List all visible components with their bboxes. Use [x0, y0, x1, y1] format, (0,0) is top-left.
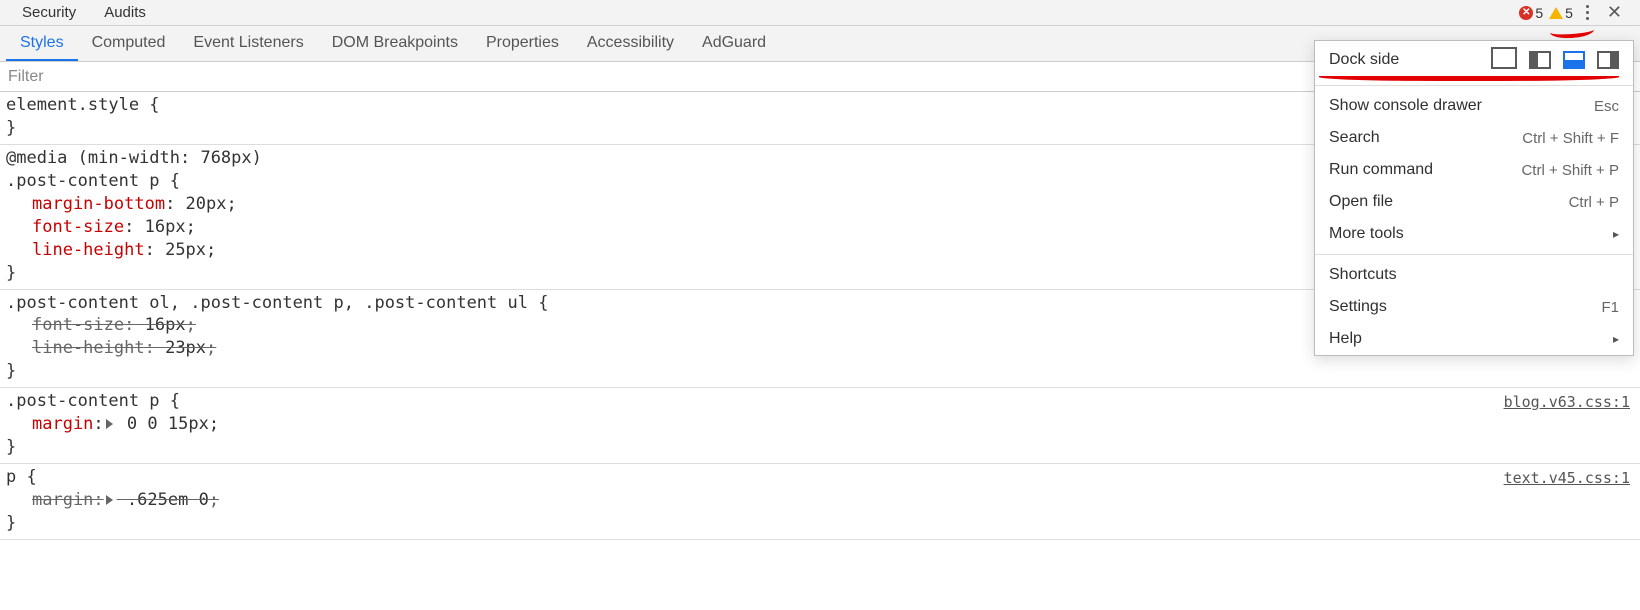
- menu-item[interactable]: Run command Ctrl + Shift + P: [1315, 154, 1633, 186]
- declaration[interactable]: margin: 0 0 15px;: [6, 413, 1634, 436]
- menu-shortcut: Ctrl + Shift + P: [1521, 162, 1619, 179]
- menu-shortcut: Esc: [1594, 98, 1619, 115]
- error-count: 5: [1535, 5, 1543, 21]
- value[interactable]: 16px: [145, 217, 186, 237]
- submenu-icon: ▸: [1613, 227, 1619, 241]
- styles-filter-input[interactable]: [0, 64, 300, 90]
- menu-item-label: More tools: [1329, 225, 1404, 243]
- tab-dom-breakpoints[interactable]: DOM Breakpoints: [318, 26, 472, 61]
- tab-properties[interactable]: Properties: [472, 26, 573, 61]
- selector[interactable]: .post-content p {: [6, 390, 1634, 413]
- property[interactable]: line-height: [32, 338, 145, 358]
- dock-right-button[interactable]: [1597, 51, 1619, 69]
- css-rule[interactable]: blog.v63.css:1.post-content p {margin: 0…: [0, 388, 1640, 464]
- tab-computed[interactable]: Computed: [78, 26, 180, 61]
- menu-item-label: Shortcuts: [1329, 266, 1397, 284]
- rule-close: }: [6, 360, 1634, 383]
- menu-item-label: Show console drawer: [1329, 97, 1482, 115]
- property[interactable]: font-size: [32, 217, 124, 237]
- menu-section: Show console drawer Esc Search Ctrl + Shift…: [1315, 90, 1633, 250]
- menu-item-label: Open file: [1329, 193, 1393, 211]
- property[interactable]: font-size: [32, 315, 124, 335]
- close-devtools-button[interactable]: ✕: [1603, 2, 1626, 23]
- value[interactable]: 25px: [165, 240, 206, 260]
- tab-styles[interactable]: Styles: [6, 26, 78, 61]
- source-link[interactable]: blog.v63.css:1: [1504, 392, 1630, 412]
- menu-item[interactable]: Shortcuts: [1315, 259, 1633, 291]
- menu-shortcut: Ctrl + Shift + F: [1522, 130, 1619, 147]
- warning-count: 5: [1565, 5, 1573, 21]
- menu-item-label: Settings: [1329, 298, 1387, 316]
- dock-bottom-button[interactable]: [1563, 51, 1585, 69]
- value[interactable]: 20px: [186, 194, 227, 214]
- css-rule[interactable]: text.v45.css:1p {margin: .625em 0;}: [0, 464, 1640, 540]
- tab-security[interactable]: Security: [8, 2, 90, 23]
- property[interactable]: margin-bottom: [32, 194, 165, 214]
- annotation-mark: [1319, 71, 1619, 81]
- error-icon: [1519, 6, 1533, 20]
- rule-close: }: [6, 512, 1634, 535]
- value[interactable]: 16px: [145, 315, 186, 335]
- dock-left-button[interactable]: [1529, 51, 1551, 69]
- expand-icon[interactable]: [106, 419, 113, 429]
- menu-item[interactable]: Search Ctrl + Shift + F: [1315, 122, 1633, 154]
- dock-side-label: Dock side: [1329, 51, 1399, 69]
- tab-adguard[interactable]: AdGuard: [688, 26, 780, 61]
- more-options-button[interactable]: [1579, 1, 1597, 24]
- menu-item[interactable]: Help ▸: [1315, 323, 1633, 355]
- value[interactable]: 23px: [165, 338, 206, 358]
- dock-undock-button[interactable]: [1495, 51, 1517, 69]
- value[interactable]: .625em 0: [127, 490, 209, 510]
- submenu-icon: ▸: [1613, 332, 1619, 346]
- selector[interactable]: p {: [6, 466, 1634, 489]
- menu-item-label: Help: [1329, 330, 1362, 348]
- property[interactable]: line-height: [32, 240, 145, 260]
- declaration[interactable]: margin: .625em 0;: [6, 489, 1634, 512]
- devtools-main-tabs: Security Audits 5 5 ✕: [0, 0, 1640, 26]
- menu-item[interactable]: More tools ▸: [1315, 218, 1633, 250]
- menu-item[interactable]: Show console drawer Esc: [1315, 90, 1633, 122]
- value[interactable]: 0 0 15px: [127, 414, 209, 434]
- tab-accessibility[interactable]: Accessibility: [573, 26, 688, 61]
- expand-icon[interactable]: [106, 495, 113, 505]
- tab-audits[interactable]: Audits: [90, 2, 160, 23]
- rule-close: }: [6, 436, 1634, 459]
- property[interactable]: margin: [32, 490, 93, 510]
- menu-item[interactable]: Settings F1: [1315, 291, 1633, 323]
- error-count-badge[interactable]: 5: [1519, 5, 1543, 21]
- menu-shortcut: Ctrl + P: [1569, 194, 1619, 211]
- property[interactable]: margin: [32, 414, 93, 434]
- warning-icon: [1549, 7, 1563, 19]
- menu-item[interactable]: Open file Ctrl + P: [1315, 186, 1633, 218]
- dock-side-row: Dock side: [1315, 41, 1633, 81]
- devtools-main-menu: Dock side Show console drawer Esc Search Ct…: [1314, 40, 1634, 356]
- menu-item-label: Run command: [1329, 161, 1433, 179]
- tab-event-listeners[interactable]: Event Listeners: [179, 26, 317, 61]
- menu-item-label: Search: [1329, 129, 1380, 147]
- source-link[interactable]: text.v45.css:1: [1504, 468, 1630, 488]
- warning-count-badge[interactable]: 5: [1549, 5, 1573, 21]
- menu-section: Shortcuts Settings F1 Help ▸: [1315, 259, 1633, 355]
- menu-shortcut: F1: [1601, 299, 1619, 316]
